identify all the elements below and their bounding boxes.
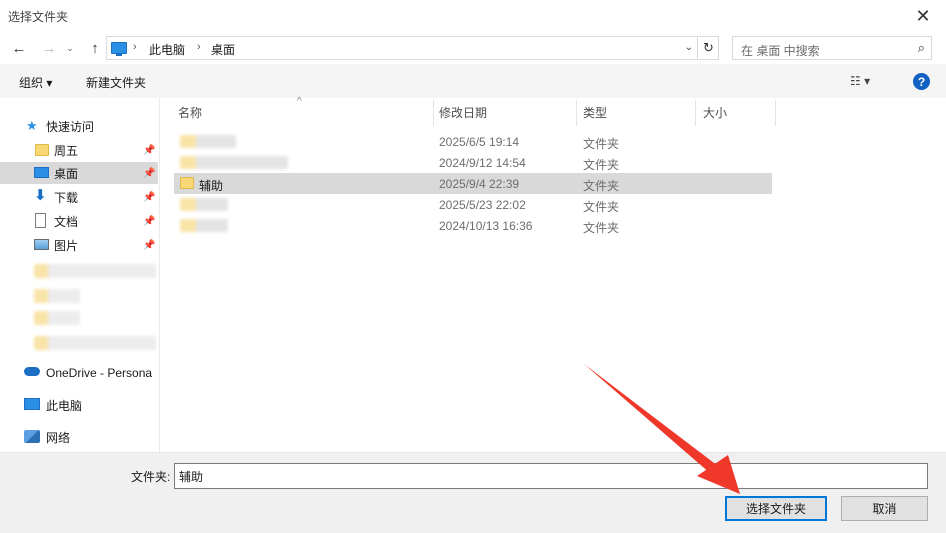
download-arrow-icon: ⬇	[34, 187, 47, 204]
type-cell: 文件夹	[583, 179, 620, 193]
sidebar-item-label: 桌面	[54, 166, 79, 181]
cancel-button[interactable]: 取消	[841, 496, 928, 521]
back-arrow-icon[interactable]: ←	[10, 40, 28, 57]
address-bar-row: ← → ⌄ ↑ › 此电脑 › 桌面 ⌄ ↻ 在 桌面 中搜索 ⌕	[0, 32, 946, 64]
refresh-icon[interactable]: ↻	[699, 36, 719, 60]
address-dropdown-chevron-icon[interactable]: ⌄	[685, 42, 693, 53]
sidebar-item-downloads[interactable]: ⬇ 下载 📌	[0, 186, 158, 208]
column-header-modified[interactable]: 修改日期	[439, 98, 487, 126]
desktop-icon	[34, 167, 49, 178]
title-bar: 选择文件夹 ✕	[0, 0, 946, 32]
folder-icon	[180, 177, 194, 189]
column-header-type[interactable]: 类型	[583, 98, 607, 126]
type-cell: 文件夹	[583, 221, 620, 235]
monitor-icon	[111, 42, 127, 56]
table-row[interactable]: 辅助 2025/9/4 22:39 文件夹	[174, 173, 772, 194]
star-icon: ★	[26, 118, 38, 133]
dialog-footer: 文件夹: 选择文件夹 取消	[0, 452, 946, 533]
sidebar-item-label: 此电脑	[46, 398, 83, 413]
forward-arrow-icon[interactable]: →	[40, 40, 58, 57]
modified-cell: 2025/9/4 22:39	[439, 177, 520, 191]
modified-cell: 2024/9/12 14:54	[439, 156, 526, 170]
up-arrow-icon[interactable]: ↑	[86, 40, 104, 57]
sort-ascending-icon: ^	[297, 96, 302, 107]
file-list-pane: ^ 名称 修改日期 类型 大小 2025/6/5 19:14 文件夹 2024/…	[160, 96, 946, 452]
redacted-folder-name	[180, 219, 228, 232]
redacted-sidebar-item[interactable]	[34, 336, 156, 350]
pin-icon[interactable]: 📌	[143, 145, 155, 156]
address-box[interactable]: › 此电脑 › 桌面 ⌄	[106, 36, 698, 60]
column-divider[interactable]	[433, 100, 434, 126]
name-cell: 辅助	[199, 179, 224, 193]
redacted-sidebar-item[interactable]	[34, 289, 80, 303]
pin-icon[interactable]: 📌	[143, 168, 155, 179]
pin-icon[interactable]: 📌	[143, 240, 155, 251]
sidebar-item-pictures[interactable]: 图片 📌	[0, 234, 158, 256]
folder-field-label: 文件夹:	[131, 470, 171, 484]
recent-locations-chevron-icon[interactable]: ⌄	[64, 40, 76, 56]
sidebar-item-this-pc[interactable]: 此电脑	[0, 394, 158, 416]
search-icon[interactable]: ⌕	[918, 40, 925, 56]
sidebar-item-network[interactable]: 网络	[0, 426, 158, 448]
type-cell: 文件夹	[583, 200, 620, 214]
column-header-size[interactable]: 大小	[703, 98, 727, 126]
select-folder-button[interactable]: 选择文件夹	[725, 496, 827, 521]
redacted-sidebar-item[interactable]	[34, 264, 156, 278]
sidebar-item-documents[interactable]: 文档 📌	[0, 210, 158, 232]
folder-name-input[interactable]	[174, 463, 928, 489]
redacted-folder-name	[180, 135, 236, 148]
redacted-sidebar-item[interactable]	[34, 311, 80, 325]
modified-cell: 2025/6/5 19:14	[439, 135, 520, 149]
computer-icon	[24, 398, 40, 410]
breadcrumb-separator-icon[interactable]: ›	[197, 41, 201, 53]
command-toolbar: 组织 ▾ 新建文件夹 ☷ ▾ ?	[0, 64, 946, 98]
help-icon[interactable]: ?	[913, 73, 930, 90]
modified-cell: 2025/5/23 22:02	[439, 198, 526, 212]
column-divider[interactable]	[576, 100, 577, 126]
sidebar-item-friday[interactable]: 周五 📌	[0, 139, 158, 161]
search-placeholder[interactable]: 在 桌面 中搜索	[741, 42, 820, 59]
picture-icon	[34, 239, 49, 250]
table-row[interactable]: 2024/9/12 14:54 文件夹	[174, 152, 772, 173]
sidebar-item-onedrive[interactable]: OneDrive - Persona	[0, 362, 158, 384]
view-options-icon[interactable]: ☷ ▾	[850, 74, 870, 88]
search-box[interactable]: 在 桌面 中搜索 ⌕	[732, 36, 932, 60]
sidebar-item-label: 周五	[54, 143, 79, 158]
breadcrumb-desktop[interactable]: 桌面	[211, 41, 235, 58]
window-title: 选择文件夹	[8, 10, 69, 24]
column-divider[interactable]	[775, 100, 776, 126]
cloud-icon	[24, 367, 40, 376]
sidebar-item-label: 快速访问	[46, 119, 95, 134]
pin-icon[interactable]: 📌	[143, 192, 155, 203]
navigation-pane: ★ 快速访问 周五 📌 桌面 📌 ⬇ 下载 📌 文档 📌 图片 📌 OneDri…	[0, 98, 160, 452]
table-row[interactable]: 2025/6/5 19:14 文件夹	[174, 131, 772, 152]
breadcrumb-separator-icon[interactable]: ›	[133, 41, 137, 53]
network-icon	[24, 430, 40, 443]
sidebar-item-label: OneDrive - Persona	[46, 366, 153, 380]
document-icon	[35, 213, 46, 228]
sidebar-item-label: 下载	[54, 190, 79, 205]
close-icon[interactable]: ✕	[900, 0, 946, 32]
sidebar-item-label: 图片	[54, 238, 79, 253]
redacted-folder-name	[180, 198, 228, 211]
pin-icon[interactable]: 📌	[143, 216, 155, 227]
table-row[interactable]: 2024/10/13 16:36 文件夹	[174, 215, 772, 236]
sidebar-item-label: 文档	[54, 214, 79, 229]
organize-menu-button[interactable]: 组织 ▾	[19, 74, 52, 91]
redacted-folder-name	[180, 156, 288, 169]
sidebar-item-label: 网络	[46, 430, 71, 445]
breadcrumb-this-pc[interactable]: 此电脑	[149, 41, 185, 58]
column-header-name[interactable]: 名称	[178, 98, 202, 126]
type-cell: 文件夹	[583, 158, 620, 172]
modified-cell: 2024/10/13 16:36	[439, 219, 533, 233]
sidebar-item-desktop[interactable]: 桌面 📌	[0, 162, 158, 184]
folder-icon	[35, 144, 49, 156]
column-divider[interactable]	[695, 100, 696, 126]
table-row[interactable]: 2025/5/23 22:02 文件夹	[174, 194, 772, 215]
sidebar-item-quick-access[interactable]: ★ 快速访问	[0, 115, 158, 137]
new-folder-button[interactable]: 新建文件夹	[86, 74, 146, 91]
type-cell: 文件夹	[583, 137, 620, 151]
